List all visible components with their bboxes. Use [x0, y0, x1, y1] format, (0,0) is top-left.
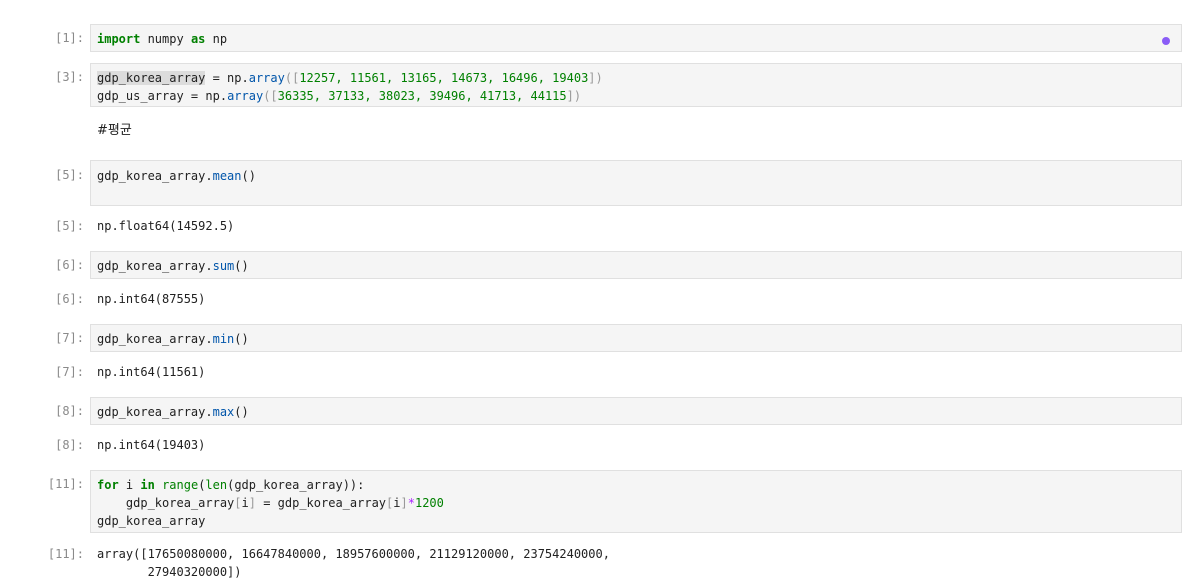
code-editor[interactable]: gdp_korea_array.mean() [90, 160, 1182, 206]
output-prompt: [7]: [55, 365, 84, 379]
bracket: ([ [263, 89, 278, 103]
code-editor[interactable]: gdp_korea_array.sum() [90, 251, 1182, 279]
keyword: import [97, 32, 141, 46]
method-name: mean [212, 169, 242, 183]
output-prompt: [11]: [47, 547, 84, 561]
call-parens: () [234, 405, 249, 419]
code-line: gdp_korea_array.min() [97, 330, 249, 348]
operator: * [407, 496, 415, 510]
function-name: array [248, 71, 285, 85]
code-editor[interactable]: import numpy as np [90, 24, 1182, 52]
markdown-cell[interactable]: #평균 [0, 121, 1198, 143]
bracket: [ [234, 496, 242, 510]
bracket: ]) [566, 89, 582, 103]
cell-output: array([17650080000, 16647840000, 1895760… [97, 545, 610, 581]
code-token: gdp_korea_array [97, 514, 206, 528]
bracket: ]) [588, 71, 603, 85]
input-prompt: [8]: [55, 404, 84, 418]
method-name: min [212, 332, 235, 346]
code-cell-8[interactable]: [8]: gdp_korea_array.max() [8]: np.int64… [0, 397, 1198, 457]
keyword: in [140, 478, 155, 492]
input-prompt: [11]: [47, 477, 84, 491]
code-token: = np. [183, 89, 228, 103]
object-name: gdp_korea_array. [97, 332, 213, 346]
code-line: gdp_korea_array.sum() [97, 257, 249, 275]
cell-output: np.int64(11561) [97, 365, 206, 379]
cell-output: np.int64(19403) [97, 438, 206, 452]
code-line: import numpy as np [97, 30, 227, 48]
object-name: gdp_korea_array. [97, 405, 213, 419]
input-prompt: [6]: [55, 258, 84, 272]
code-token: (gdp_korea_array)): [227, 478, 365, 492]
code-token: = gdp_korea_array [255, 496, 387, 510]
cell-output: np.int64(87555) [97, 292, 206, 306]
bracket: ] [400, 496, 408, 510]
code-cell-5[interactable]: [5]: gdp_korea_array.mean() [5]: np.floa… [0, 160, 1198, 240]
code-block: for i in range(len(gdp_korea_array)): gd… [97, 476, 444, 530]
index-variable: i [393, 496, 401, 510]
number-list: 36335, 37133, 38023, 39496, 41713, 44115 [277, 89, 567, 103]
code-line: gdp_korea_array.mean() [97, 167, 256, 185]
code-cell-3[interactable]: [3]: gdp_korea_array = np.array([12257, … [0, 63, 1198, 107]
index-variable: i [241, 496, 249, 510]
selected-text: gdp_korea_array [97, 71, 206, 85]
output-line: 27940320000]) [97, 565, 242, 579]
output-prompt: [5]: [55, 219, 84, 233]
code-cell-1[interactable]: [1]: import numpy as np [0, 24, 1198, 52]
kernel-status-dot-icon [1162, 37, 1170, 45]
code-block: gdp_korea_array = np.array([12257, 11561… [97, 69, 603, 105]
code-cell-6[interactable]: [6]: gdp_korea_array.sum() [6]: np.int64… [0, 251, 1198, 311]
output-prompt: [8]: [55, 438, 84, 452]
notebook: [1]: import numpy as np [3]: gdp_korea_a… [0, 0, 1198, 587]
code-token: = np. [205, 71, 249, 85]
input-prompt: [5]: [55, 168, 84, 182]
input-prompt: [3]: [55, 70, 84, 84]
call-parens: () [234, 332, 249, 346]
keyword: for [97, 478, 119, 492]
output-prompt: [6]: [55, 292, 84, 306]
function-name: array [227, 89, 264, 103]
code-editor[interactable]: gdp_korea_array.min() [90, 324, 1182, 352]
code-line: gdp_korea_array.max() [97, 403, 249, 421]
code-token: gdp_korea_array [97, 496, 235, 510]
input-prompt: [7]: [55, 331, 84, 345]
object-name: gdp_korea_array. [97, 259, 213, 273]
cell-output: np.float64(14592.5) [97, 219, 235, 233]
variable-name: gdp_us_array [97, 89, 184, 103]
call-parens: () [241, 169, 256, 183]
call-parens: () [234, 259, 249, 273]
number-literal: 1200 [414, 496, 444, 510]
builtin-function: len [205, 478, 228, 492]
code-editor[interactable]: gdp_korea_array = np.array([12257, 11561… [90, 63, 1182, 107]
keyword: as [190, 32, 206, 46]
number-list: 12257, 11561, 13165, 14673, 16496, 19403 [299, 71, 589, 85]
bracket: ([ [284, 71, 300, 85]
method-name: max [212, 405, 235, 419]
alias-name: np [205, 32, 228, 46]
bracket: ] [248, 496, 256, 510]
output-line: array([17650080000, 16647840000, 1895760… [97, 547, 610, 561]
code-editor[interactable]: for i in range(len(gdp_korea_array)): gd… [90, 470, 1182, 533]
module-name: numpy [140, 32, 191, 46]
input-prompt: [1]: [55, 31, 84, 45]
markdown-text: #평균 [97, 123, 132, 138]
code-editor[interactable]: gdp_korea_array.max() [90, 397, 1182, 425]
code-cell-7[interactable]: [7]: gdp_korea_array.min() [7]: np.int64… [0, 324, 1198, 384]
method-name: sum [212, 259, 235, 273]
code-cell-11[interactable]: [11]: for i in range(len(gdp_korea_array… [0, 470, 1198, 582]
builtin-function: range [162, 478, 199, 492]
loop-variable: i [118, 478, 141, 492]
object-name: gdp_korea_array. [97, 169, 213, 183]
